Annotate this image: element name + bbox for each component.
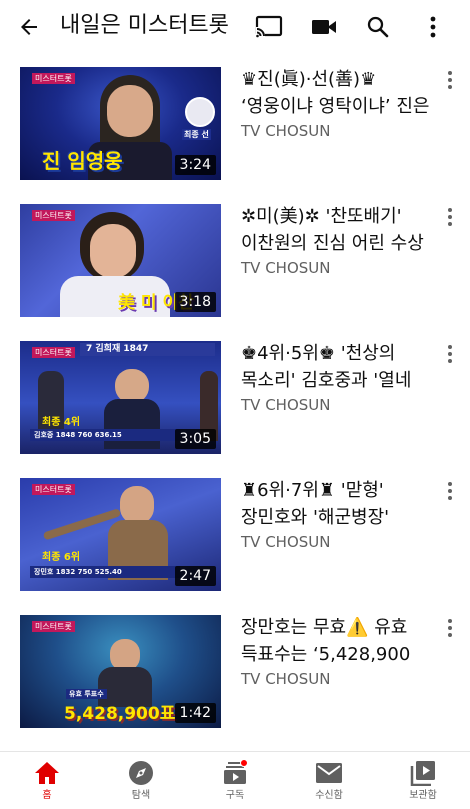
nav-label: 홈: [42, 790, 52, 801]
back-arrow-icon[interactable]: [10, 8, 48, 46]
thumbnail-subcaption: 장민호 1832 750 525.40: [30, 566, 180, 578]
video-thumbnail[interactable]: 7 김희재 1847 미스터트롯 최종 4위 김호중 1848 760 636.…: [20, 341, 221, 454]
more-vert-icon[interactable]: [414, 8, 452, 46]
thumbnail-caption: 진 임영웅: [42, 149, 123, 173]
notification-dot: [240, 759, 248, 767]
video-meta: ♜6위·7위♜ '맏형' 장민호와 '해군병장' TV CHOSUN: [241, 477, 431, 552]
channel-name[interactable]: TV CHOSUN: [241, 258, 431, 278]
show-logo-badge: 미스터트롯: [32, 484, 75, 495]
nav-label: 보관함: [409, 790, 437, 801]
top-app-bar: 내일은 미스터트롯: [0, 0, 470, 54]
show-logo-badge: 미스터트롯: [32, 73, 75, 84]
video-duration: 3:24: [174, 155, 216, 175]
video-duration: 1:42: [174, 703, 216, 723]
thumbnail-subcaption: 김호중 1848 760 636.15: [30, 429, 180, 441]
video-more-icon[interactable]: [442, 68, 458, 92]
video-thumbnail[interactable]: 미스터트롯 유효 투표수 5,428,900표 1:42: [20, 615, 221, 728]
video-meta: ✲미(美)✲ '찬또배기' 이찬원의 진심 어린 수상 TV CHOSUN: [241, 203, 431, 278]
video-duration: 3:18: [174, 292, 216, 312]
video-camera-icon[interactable]: [305, 8, 343, 46]
video-more-icon[interactable]: [442, 205, 458, 229]
video-thumbnail[interactable]: 미스터트롯 최종 선 진 임영웅 3:24: [20, 67, 221, 180]
thumbnail-subcaption: 유효 투표수: [66, 689, 107, 699]
video-more-icon[interactable]: [442, 342, 458, 366]
channel-name[interactable]: TV CHOSUN: [241, 532, 431, 552]
show-logo-badge: 미스터트롯: [32, 347, 75, 358]
thumbnail-scoreboard: 7 김희재 1847: [80, 343, 215, 356]
video-more-icon[interactable]: [442, 479, 458, 503]
video-meta: ♚4위·5위♚ '천상의 목소리' 김호중과 '열네 TV CHOSUN: [241, 340, 431, 415]
show-logo-badge: 미스터트롯: [32, 210, 75, 221]
video-item[interactable]: 미스터트롯 최종 6위 장민호 1832 750 525.40 2:47 ♜6위…: [0, 465, 470, 602]
video-item[interactable]: 미스터트롯 최종 선 진 임영웅 3:24 ♛진(眞)·선(善)♛ ‘영웅이냐 …: [0, 54, 470, 191]
home-icon: [32, 759, 62, 787]
nav-explore[interactable]: 탐색: [94, 752, 188, 809]
nav-subscriptions[interactable]: 구독: [188, 752, 282, 809]
nav-label: 구독: [225, 790, 245, 801]
video-title[interactable]: ♚4위·5위♚ '천상의 목소리' 김호중과 '열네: [241, 340, 431, 394]
bottom-navigation: 홈 탐색 구독 수신함 보관함: [0, 751, 470, 809]
video-meta: ♛진(眞)·선(善)♛ ‘영웅이냐 영탁이냐’ 진은 TV CHOSUN: [241, 66, 431, 141]
video-item[interactable]: 미스터트롯 유효 투표수 5,428,900표 1:42 장만호는 무효⚠️ 유…: [0, 602, 470, 739]
video-more-icon[interactable]: [442, 616, 458, 640]
channel-name[interactable]: TV CHOSUN: [241, 669, 431, 689]
show-logo-badge: 미스터트롯: [32, 621, 75, 632]
thumbnail-caption: 최종 4위: [42, 417, 81, 428]
video-title[interactable]: ♛진(眞)·선(善)♛ ‘영웅이냐 영탁이냐’ 진은: [241, 66, 431, 120]
thumbnail-caption: 5,428,900표: [64, 704, 176, 724]
search-icon[interactable]: [359, 8, 397, 46]
inbox-icon: [314, 759, 344, 787]
subscriptions-icon: [220, 759, 250, 787]
video-title[interactable]: 장만호는 무효⚠️ 유효 득표수는 ‘5,428,900: [241, 614, 431, 668]
video-meta: 장만호는 무효⚠️ 유효 득표수는 ‘5,428,900 TV CHOSUN: [241, 614, 431, 689]
video-title[interactable]: ♜6위·7위♜ '맏형' 장민호와 '해군병장': [241, 477, 431, 531]
thumbnail-caption: 최종 6위: [42, 552, 81, 563]
library-icon: [408, 759, 438, 787]
video-duration: 2:47: [174, 566, 216, 586]
video-item[interactable]: 미스터트롯 美 미 이찬 3:18 ✲미(美)✲ '찬또배기' 이찬원의 진심 …: [0, 191, 470, 328]
video-thumbnail[interactable]: 미스터트롯 최종 6위 장민호 1832 750 525.40 2:47: [20, 478, 221, 591]
cast-icon[interactable]: [250, 8, 288, 46]
video-item[interactable]: 7 김희재 1847 미스터트롯 최종 4위 김호중 1848 760 636.…: [0, 328, 470, 465]
nav-home[interactable]: 홈: [0, 752, 94, 809]
nav-label: 수신함: [315, 790, 343, 801]
channel-name[interactable]: TV CHOSUN: [241, 395, 431, 415]
nav-inbox[interactable]: 수신함: [282, 752, 376, 809]
video-duration: 3:05: [174, 429, 216, 449]
channel-name[interactable]: TV CHOSUN: [241, 121, 431, 141]
thumbnail-subcaption: 최종 선: [182, 129, 211, 140]
page-title: 내일은 미스터트롯: [60, 13, 229, 38]
video-list: 미스터트롯 최종 선 진 임영웅 3:24 ♛진(眞)·선(善)♛ ‘영웅이냐 …: [0, 54, 470, 739]
nav-library[interactable]: 보관함: [376, 752, 470, 809]
video-title[interactable]: ✲미(美)✲ '찬또배기' 이찬원의 진심 어린 수상: [241, 203, 431, 257]
video-thumbnail[interactable]: 미스터트롯 美 미 이찬 3:18: [20, 204, 221, 317]
explore-icon: [126, 759, 156, 787]
nav-label: 탐색: [131, 790, 151, 801]
